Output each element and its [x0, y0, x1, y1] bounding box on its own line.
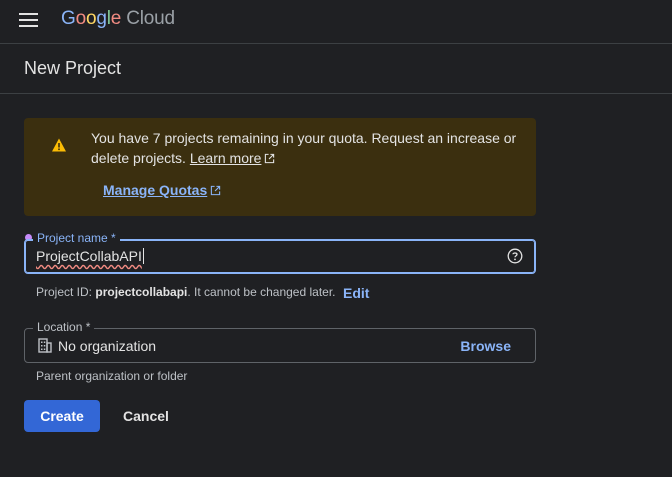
cancel-button[interactable]: Cancel [114, 400, 178, 432]
manage-quotas-link[interactable]: Manage Quotas [103, 182, 221, 198]
quota-warning-banner: You have 7 projects remaining in your qu… [24, 118, 536, 216]
quota-message-text: You have 7 projects remaining in your qu… [91, 130, 517, 166]
hamburger-menu-icon[interactable] [19, 13, 38, 27]
help-circle-icon[interactable] [507, 248, 523, 264]
external-link-icon [265, 153, 275, 164]
top-app-bar: Google Cloud [0, 0, 672, 44]
browse-button[interactable]: Browse [460, 338, 511, 354]
location-label: Location * [33, 320, 95, 334]
logo-cloud-text: Cloud [126, 8, 175, 29]
learn-more-link[interactable]: Learn more [190, 150, 262, 166]
project-id-helper: Project ID: projectcollabapi. It cannot … [36, 285, 336, 299]
quota-message: You have 7 projects remaining in your qu… [91, 128, 521, 168]
project-name-input[interactable]: ProjectCollabAPI [36, 248, 144, 264]
project-name-label: Project name * [33, 231, 120, 245]
building-icon [38, 338, 52, 353]
external-link-icon [211, 185, 221, 196]
location-value: No organization [58, 338, 157, 354]
location-field[interactable]: Location * No organization Browse [24, 320, 536, 363]
page-header: New Project [0, 44, 672, 94]
warning-icon [52, 138, 66, 152]
location-helper: Parent organization or folder [36, 369, 188, 383]
google-cloud-logo[interactable]: Google Cloud [61, 8, 175, 30]
page-title: New Project [24, 58, 122, 78]
project-name-field[interactable]: Project name * ProjectCollabAPI [24, 231, 536, 274]
edit-project-id-button[interactable]: Edit [343, 285, 369, 301]
create-button[interactable]: Create [24, 400, 100, 432]
